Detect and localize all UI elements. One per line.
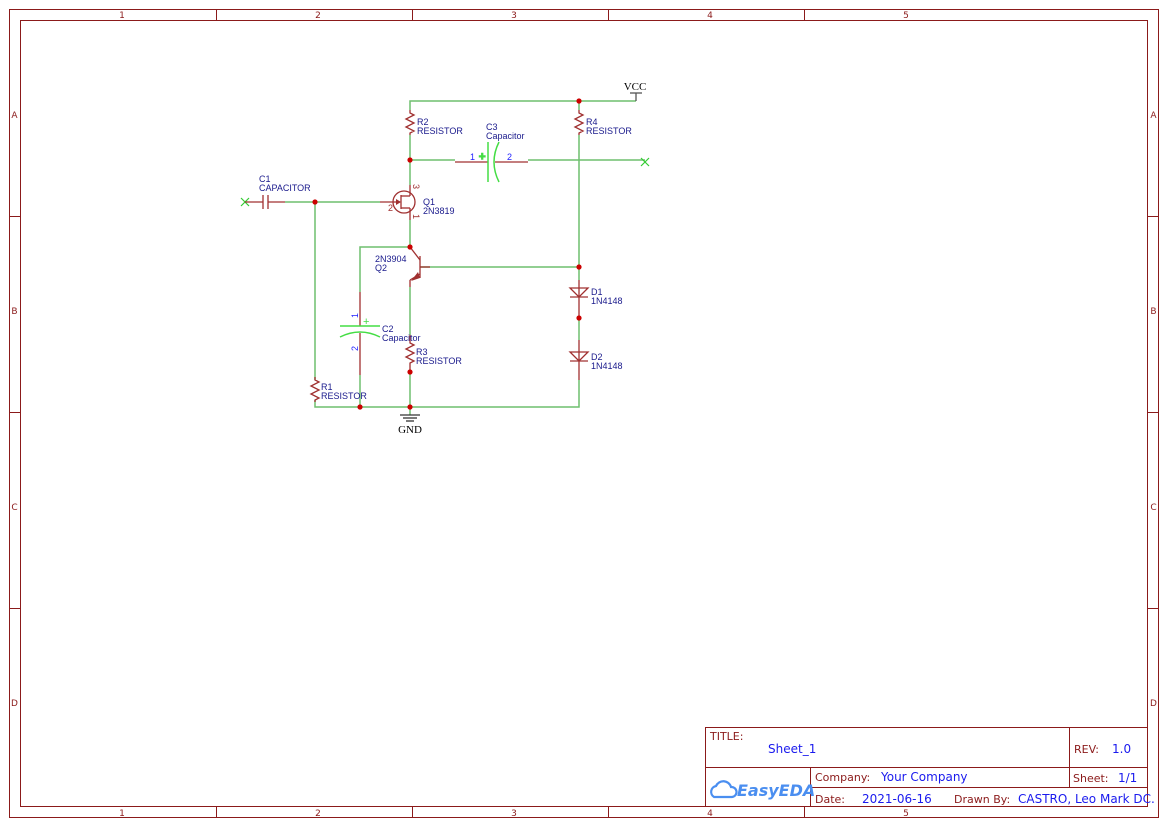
c3-pin1: 1	[470, 152, 475, 162]
title-value: Sheet_1	[768, 742, 816, 756]
column-label: 5	[903, 809, 909, 819]
column-label: 2	[315, 11, 321, 21]
diode-d1[interactable]: D1 1N4148	[568, 280, 623, 318]
q1-pin3: 3	[411, 184, 421, 189]
vcc-power-symbol: VCC	[624, 81, 647, 101]
c2-plus-sign: +	[363, 316, 369, 328]
column-label: 3	[511, 11, 517, 21]
row-label: A	[1150, 111, 1157, 121]
date-label: Date:	[815, 793, 845, 806]
row-label: C	[1150, 503, 1156, 513]
c2-pin2: 2	[350, 346, 360, 351]
company-value: Your Company	[880, 770, 968, 784]
row-label: A	[11, 111, 18, 121]
vcc-label: VCC	[624, 81, 647, 93]
sheet-frame: 1 1 2 2 3 3 4 4 5 5 A A B B C C D D	[9, 9, 1159, 819]
sheet-label: Sheet:	[1073, 772, 1109, 785]
r4-value: RESISTOR	[586, 126, 632, 136]
column-label: 2	[315, 809, 321, 819]
r2-value: RESISTOR	[417, 126, 463, 136]
r1-value: RESISTOR	[321, 391, 367, 401]
easyeda-logo: EasyEDA	[710, 780, 815, 800]
date-value: 2021-06-16	[862, 792, 932, 806]
c1-value: CAPACITOR	[259, 183, 311, 193]
rev-value: 1.0	[1112, 742, 1131, 756]
column-label: 4	[707, 11, 713, 21]
row-label: C	[11, 503, 17, 513]
jfet-q1[interactable]: 2 3 1 Q1 2N3819	[380, 184, 455, 220]
title-block: TITLE: Sheet_1 REV: 1.0 Company: Your Co…	[705, 727, 1155, 807]
column-label: 1	[119, 809, 125, 819]
row-label: D	[1150, 699, 1157, 709]
gnd-symbol: GND	[398, 414, 422, 436]
capacitor-c2[interactable]: + 1 2 C2 Capacitor	[339, 292, 421, 375]
d1-value: 1N4148	[591, 296, 623, 306]
c2-value: Capacitor	[382, 333, 421, 343]
column-label: 1	[119, 11, 125, 21]
diode-d2[interactable]: D2 1N4148	[568, 340, 623, 380]
c3-value: Capacitor	[486, 131, 525, 141]
r3-value: RESISTOR	[416, 356, 462, 366]
q1-pin2: 2	[388, 203, 393, 213]
c2-pin1: 1	[350, 313, 360, 318]
drawn-by-value: CASTRO, Leo Mark DC.	[1018, 792, 1155, 806]
row-label: B	[1150, 307, 1156, 317]
d2-value: 1N4148	[591, 361, 623, 371]
q1-pin1: 1	[411, 214, 421, 219]
rev-label: REV:	[1074, 743, 1099, 756]
column-label: 4	[707, 809, 713, 819]
q1-value: 2N3819	[423, 206, 455, 216]
column-label: 3	[511, 809, 517, 819]
q2-ref: Q2	[375, 263, 387, 273]
row-label: B	[11, 307, 17, 317]
company-label: Company:	[815, 771, 870, 784]
row-label: D	[11, 699, 18, 709]
c3-plus-sign: +	[479, 151, 485, 163]
capacitor-c1[interactable]: C1 CAPACITOR	[240, 174, 311, 209]
bjt-q2[interactable]: 2N3904 Q2	[375, 246, 430, 287]
resistor-r4[interactable]: R4 RESISTOR	[573, 110, 632, 136]
gnd-label: GND	[398, 424, 422, 436]
c3-pin2: 2	[507, 152, 512, 162]
cloud-icon	[710, 780, 738, 799]
resistor-r2[interactable]: R2 RESISTOR	[404, 110, 463, 136]
schematic-sheet: 1122334455A AB BC CD D VCC GND R2 RESIST…	[9, 9, 1159, 819]
drawn-by-label: Drawn By:	[954, 793, 1010, 806]
sheet-value: 1/1	[1118, 771, 1137, 785]
column-label: 5	[903, 11, 909, 21]
title-label: TITLE:	[709, 730, 743, 743]
resistor-r1[interactable]: R1 RESISTOR	[309, 377, 367, 402]
logo-text: EasyEDA	[737, 781, 815, 800]
